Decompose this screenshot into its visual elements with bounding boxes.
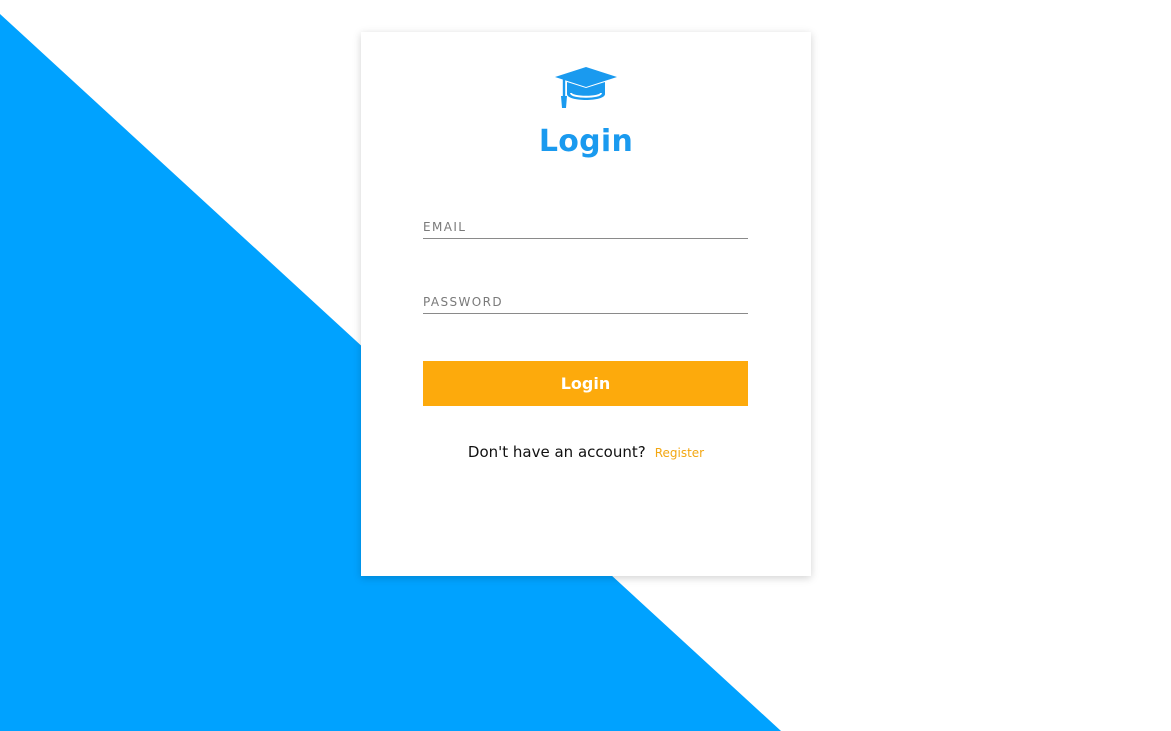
email-input[interactable] [423,218,748,236]
graduation-cap-icon [555,67,617,108]
email-field-container [423,216,748,239]
login-card: Login Login Don't have an account? Regist… [361,32,811,576]
register-row: Don't have an account? Register [361,442,811,461]
password-field-container [423,291,748,314]
password-input[interactable] [423,293,748,311]
login-page: Login Login Don't have an account? Regist… [0,0,1171,731]
register-prompt: Don't have an account? [467,443,646,461]
page-title: Login [538,124,634,159]
register-link[interactable]: Register [655,446,704,460]
login-button[interactable]: Login [423,361,748,406]
